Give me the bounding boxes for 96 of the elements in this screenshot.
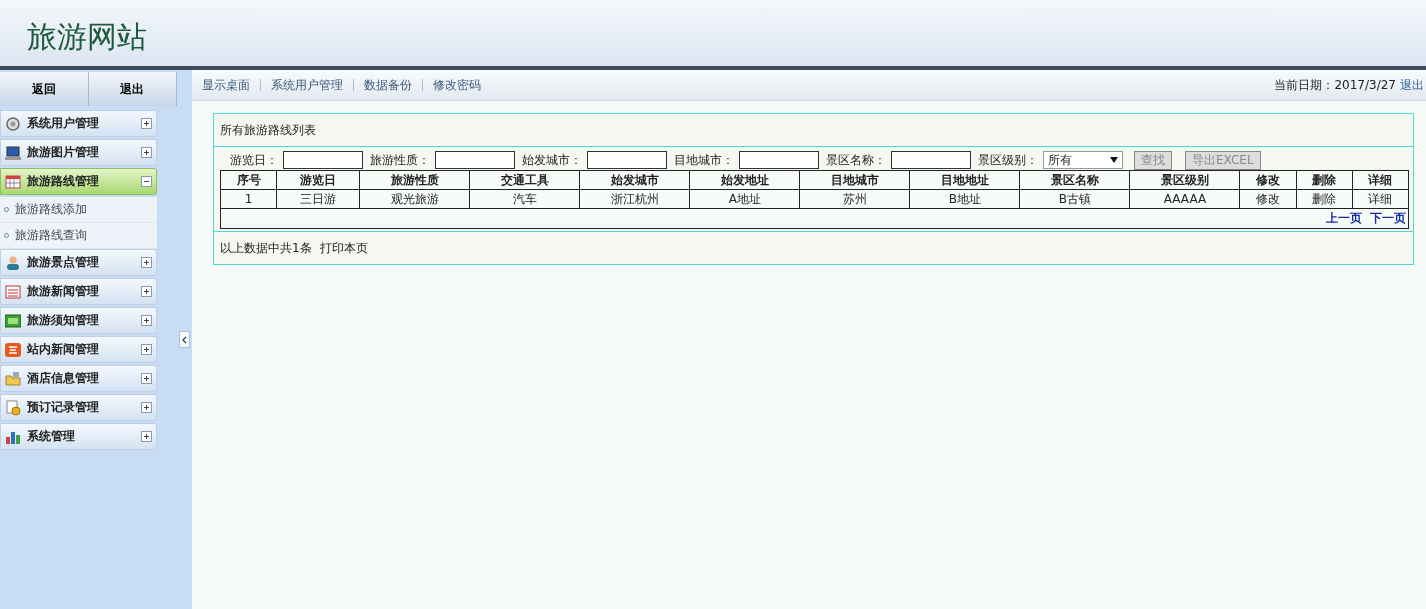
menu-item[interactable]: 站内新闻管理 xyxy=(0,336,157,363)
expand-icon[interactable] xyxy=(141,257,152,268)
panel-title: 所有旅游路线列表 xyxy=(220,121,316,139)
table-cell: 浙江杭州 xyxy=(579,189,690,209)
expand-icon[interactable] xyxy=(141,286,152,297)
menu-item[interactable]: 系统管理 xyxy=(0,423,157,450)
expand-icon[interactable] xyxy=(141,373,152,384)
badge-icon xyxy=(5,312,21,329)
caret-icon xyxy=(1110,157,1118,163)
menu-label: 旅游须知管理 xyxy=(27,312,100,329)
table-cell: 1 xyxy=(220,189,277,209)
table-cell: 观光旅游 xyxy=(359,189,470,209)
column-header: 旅游性质 xyxy=(359,170,470,190)
table-cell[interactable]: 修改 xyxy=(1239,189,1297,209)
column-header: 删除 xyxy=(1296,170,1353,190)
menu-item[interactable]: 酒店信息管理 xyxy=(0,365,157,392)
table-cell: A地址 xyxy=(689,189,800,209)
menu-label: 旅游景点管理 xyxy=(27,254,100,271)
current-date: 当前日期：2017/3/27 xyxy=(1274,76,1396,94)
nav-link[interactable]: 修改密码 xyxy=(433,76,481,94)
level-select[interactable]: 所有 xyxy=(1043,151,1123,169)
calendar-icon xyxy=(5,173,21,190)
column-header: 景区级别 xyxy=(1129,170,1240,190)
menu-label: 系统管理 xyxy=(27,428,76,445)
badge-icon xyxy=(5,341,21,358)
collapse-sidebar-button[interactable] xyxy=(179,331,190,348)
expand-icon[interactable] xyxy=(141,344,152,355)
nav-link[interactable]: 显示桌面 xyxy=(202,76,250,94)
expand-icon[interactable] xyxy=(141,118,152,129)
bullet-icon xyxy=(4,233,9,238)
column-header: 景区名称 xyxy=(1019,170,1130,190)
site-title: 旅游网站 xyxy=(27,18,147,55)
menu-label: 预订记录管理 xyxy=(27,399,100,416)
person-icon xyxy=(5,254,21,271)
filter-label: 始发城市： xyxy=(522,151,582,169)
back-button[interactable]: 返回 xyxy=(0,72,89,106)
menu-label: 旅游路线管理 xyxy=(27,173,100,190)
expand-icon[interactable] xyxy=(141,431,152,442)
filter-input[interactable] xyxy=(739,151,819,169)
submenu-item[interactable]: 旅游路线添加 xyxy=(0,197,157,223)
column-header: 交通工具 xyxy=(469,170,580,190)
bullet-icon xyxy=(4,207,9,212)
menu-item[interactable]: 旅游图片管理 xyxy=(0,139,157,166)
monitor-icon xyxy=(5,144,21,161)
expand-icon[interactable] xyxy=(141,315,152,326)
collapse-icon[interactable] xyxy=(141,176,152,187)
column-header: 目地地址 xyxy=(909,170,1020,190)
logout-link[interactable]: 退出 xyxy=(1400,76,1424,94)
filter-input[interactable] xyxy=(283,151,363,169)
menu-label: 系统用户管理 xyxy=(27,115,100,132)
table-cell: AAAAA xyxy=(1129,189,1240,209)
filter-label: 景区级别： xyxy=(978,151,1038,169)
filter-input[interactable] xyxy=(587,151,667,169)
menu-item[interactable]: 旅游须知管理 xyxy=(0,307,157,334)
menu-item[interactable]: 旅游路线管理 xyxy=(0,168,157,195)
exit-button[interactable]: 退出 xyxy=(88,72,177,106)
column-header: 始发地址 xyxy=(689,170,800,190)
menu-item[interactable]: 旅游新闻管理 xyxy=(0,278,157,305)
record-count: 以上数据中共1条 xyxy=(220,239,312,257)
table-cell: 苏州 xyxy=(799,189,910,209)
table-cell[interactable]: 删除 xyxy=(1296,189,1353,209)
column-header: 序号 xyxy=(220,170,277,190)
coin-icon xyxy=(5,399,21,416)
print-link[interactable]: 打印本页 xyxy=(319,239,368,257)
expand-icon[interactable] xyxy=(141,402,152,413)
folder-icon xyxy=(5,370,21,387)
previous-page-link[interactable]: 上一页 xyxy=(1326,211,1362,225)
next-page-link[interactable]: 下一页 xyxy=(1370,211,1406,225)
table-cell: 汽车 xyxy=(469,189,580,209)
menu-label: 旅游新闻管理 xyxy=(27,283,100,300)
nav-link[interactable]: 数据备份 xyxy=(364,76,412,94)
column-header: 修改 xyxy=(1239,170,1297,190)
expand-icon[interactable] xyxy=(141,147,152,158)
column-header: 目地城市 xyxy=(799,170,910,190)
menu-item[interactable]: 预订记录管理 xyxy=(0,394,157,421)
table-cell[interactable]: 详细 xyxy=(1352,189,1409,209)
menu-label: 酒店信息管理 xyxy=(27,370,100,387)
filter-label: 目地城市： xyxy=(674,151,734,169)
menu-label: 站内新闻管理 xyxy=(27,341,100,358)
column-header: 始发城市 xyxy=(579,170,690,190)
menu-item[interactable]: 旅游景点管理 xyxy=(0,249,157,276)
filter-input[interactable] xyxy=(891,151,971,169)
chevron-left-icon xyxy=(182,335,187,344)
table-cell: B古镇 xyxy=(1019,189,1130,209)
menu-label: 旅游图片管理 xyxy=(27,144,100,161)
filter-label: 游览日： xyxy=(230,151,278,169)
column-header: 游览日 xyxy=(276,170,360,190)
filter-label: 景区名称： xyxy=(826,151,886,169)
nav-link[interactable]: 系统用户管理 xyxy=(271,76,343,94)
filter-label: 旅游性质： xyxy=(370,151,430,169)
table-cell: 三日游 xyxy=(276,189,360,209)
column-header: 详细 xyxy=(1352,170,1409,190)
table-cell: B地址 xyxy=(909,189,1020,209)
menu-item[interactable]: 系统用户管理 xyxy=(0,110,157,137)
filter-input[interactable] xyxy=(435,151,515,169)
newspaper-icon xyxy=(5,283,21,300)
